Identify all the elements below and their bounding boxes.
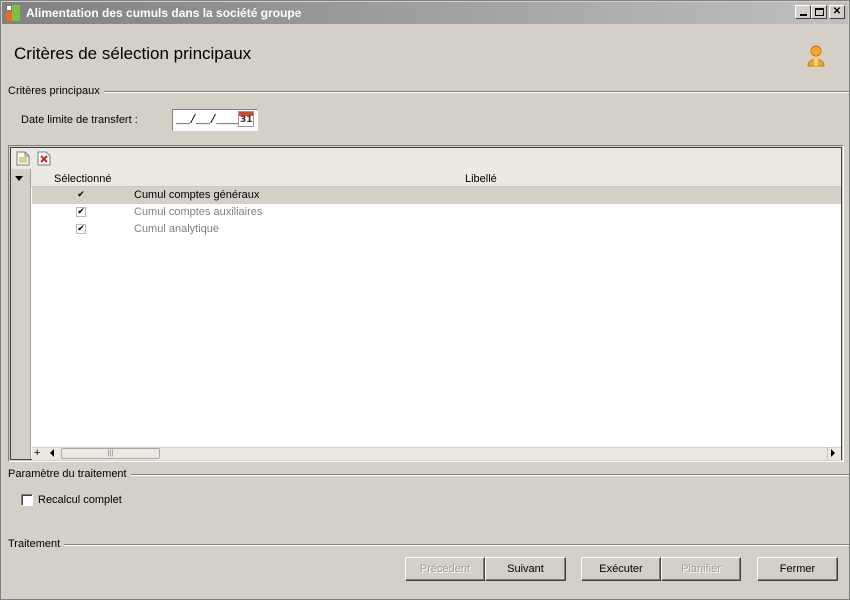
criteria-group-divider — [9, 91, 849, 93]
window-title: Alimentation des cumuls dans la société … — [26, 6, 302, 20]
scrollbar-thumb[interactable]: ||| — [61, 448, 160, 459]
criteria-group-label: Critères principaux — [8, 85, 104, 97]
minimize-icon — [799, 14, 807, 16]
user-icon[interactable] — [807, 45, 825, 67]
delete-icon[interactable] — [37, 151, 51, 166]
add-row-button[interactable]: + — [34, 447, 40, 459]
app-icon — [6, 5, 22, 21]
scroll-right-icon[interactable] — [831, 449, 835, 457]
grid-header — [31, 169, 841, 187]
close-button[interactable]: Fermer — [757, 557, 838, 581]
next-button[interactable]: Suivant — [485, 557, 566, 581]
row-label: Cumul analytique — [134, 223, 219, 235]
recalc-label[interactable]: Recalcul complet — [38, 494, 122, 506]
row-selected-checkbox[interactable]: ✔ — [76, 224, 86, 234]
calendar-icon[interactable]: 31 — [238, 111, 254, 127]
calendar-day: 31 — [240, 115, 253, 125]
row-label: Cumul comptes généraux — [134, 189, 260, 201]
main-window: Alimentation des cumuls dans la société … — [0, 0, 850, 600]
close-window-button[interactable]: ✕ — [829, 5, 845, 19]
parameters-group-label: Paramètre du traitement — [8, 468, 131, 480]
column-header-label[interactable]: Libellé — [465, 173, 497, 185]
column-header-selected[interactable]: Sélectionné — [54, 173, 112, 185]
previous-button[interactable]: Précédent — [405, 557, 485, 581]
scroll-left-icon[interactable] — [50, 449, 54, 457]
row-selected-checkbox[interactable]: ✔ — [76, 207, 86, 217]
processing-group-divider — [9, 544, 849, 546]
schedule-button[interactable]: Planifier — [661, 557, 741, 581]
processing-group-label: Traitement — [8, 538, 65, 550]
page-title: Critères de sélection principaux — [14, 44, 252, 63]
minimize-button[interactable] — [795, 5, 811, 19]
close-icon: ✕ — [832, 6, 842, 17]
title-bar[interactable]: Alimentation des cumuls dans la société … — [2, 2, 848, 24]
maximize-icon — [814, 8, 824, 16]
maximize-button[interactable] — [811, 5, 827, 19]
grid-toolbar — [11, 148, 841, 169]
parameters-group-divider — [9, 474, 849, 476]
new-document-icon[interactable] — [16, 151, 30, 166]
row-selected-checkbox[interactable]: ✔ — [76, 190, 86, 200]
recalc-checkbox[interactable] — [21, 494, 33, 506]
execute-button[interactable]: Exécuter — [581, 557, 661, 581]
column-chooser-icon[interactable] — [15, 176, 23, 181]
grid-row-header — [11, 169, 31, 459]
date-limit-label: Date limite de transfert : — [21, 114, 138, 126]
row-label: Cumul comptes auxiliaires — [134, 206, 263, 218]
